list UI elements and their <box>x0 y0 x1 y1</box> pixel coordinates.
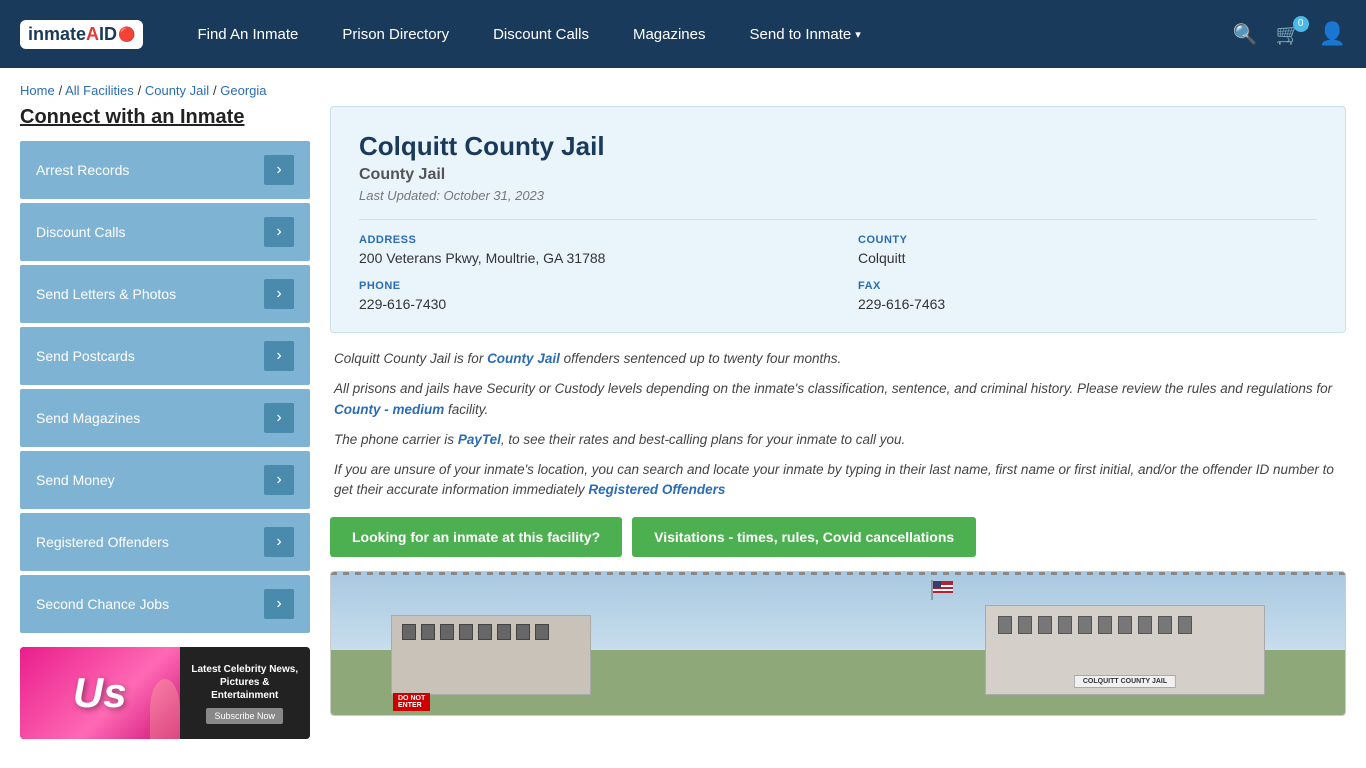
nav-magazines[interactable]: Magazines <box>611 0 728 68</box>
description-area: Colquitt County Jail is for County Jail … <box>330 349 1346 501</box>
user-icon[interactable]: 👤 <box>1319 21 1346 47</box>
chevron-right-icon: › <box>264 527 294 557</box>
sidebar: Connect with an Inmate Arrest Records › … <box>20 106 310 739</box>
action-buttons: Looking for an inmate at this facility? … <box>330 517 1346 557</box>
sidebar-item-discount-calls[interactable]: Discount Calls › <box>20 203 310 261</box>
phone-label: PHONE <box>359 280 818 292</box>
nav-discount-calls[interactable]: Discount Calls <box>471 0 611 68</box>
sidebar-item-registered-offenders[interactable]: Registered Offenders › <box>20 513 310 571</box>
facility-type: County Jail <box>359 166 1317 184</box>
sidebar-item-label: Send Postcards <box>36 348 135 364</box>
phone-group: PHONE 229-616-7430 <box>359 280 818 312</box>
facility-updated: Last Updated: October 31, 2023 <box>359 188 1317 203</box>
county-value: Colquitt <box>858 250 1317 266</box>
county-label: COUNTY <box>858 234 1317 246</box>
detail-col-left: ADDRESS 200 Veterans Pkwy, Moultrie, GA … <box>359 234 818 312</box>
nav-prison-directory[interactable]: Prison Directory <box>320 0 471 68</box>
address-group: ADDRESS 200 Veterans Pkwy, Moultrie, GA … <box>359 234 818 266</box>
sidebar-item-label: Send Magazines <box>36 410 140 426</box>
header: inmateAID 🔴 Find An Inmate Prison Direct… <box>0 0 1366 68</box>
ad-title: Latest Celebrity News, Pictures & Entert… <box>188 663 303 702</box>
desc-2: All prisons and jails have Security or C… <box>334 379 1342 420</box>
flag-svg <box>930 580 960 600</box>
sidebar-item-send-money[interactable]: Send Money › <box>20 451 310 509</box>
sidebar-item-label: Second Chance Jobs <box>36 596 169 612</box>
county-group: COUNTY Colquitt <box>858 234 1317 266</box>
desc-4: If you are unsure of your inmate's locat… <box>334 460 1342 501</box>
visitation-button[interactable]: Visitations - times, rules, Covid cancel… <box>632 517 976 557</box>
county-medium-link[interactable]: County - medium <box>334 402 444 417</box>
breadcrumb-home[interactable]: Home <box>20 83 55 98</box>
detail-col-right: COUNTY Colquitt FAX 229-616-7463 <box>858 234 1317 312</box>
address-value: 200 Veterans Pkwy, Moultrie, GA 31788 <box>359 250 818 266</box>
sidebar-item-send-magazines[interactable]: Send Magazines › <box>20 389 310 447</box>
main-nav: Find An Inmate Prison Directory Discount… <box>175 0 1232 68</box>
cart-icon[interactable]: 🛒0 <box>1276 22 1301 47</box>
desc-1: Colquitt County Jail is for County Jail … <box>334 349 1342 369</box>
cart-badge: 0 <box>1293 16 1309 32</box>
chevron-right-icon: › <box>264 217 294 247</box>
content-area: Colquitt County Jail County Jail Last Up… <box>330 106 1346 716</box>
fax-label: FAX <box>858 280 1317 292</box>
sidebar-item-send-letters[interactable]: Send Letters & Photos › <box>20 265 310 323</box>
chevron-right-icon: › <box>264 403 294 433</box>
sidebar-item-label: Arrest Records <box>36 162 129 178</box>
ad-us-logo: Us <box>73 669 127 717</box>
address-label: ADDRESS <box>359 234 818 246</box>
breadcrumb-all-facilities[interactable]: All Facilities <box>65 83 134 98</box>
looking-for-inmate-button[interactable]: Looking for an inmate at this facility? <box>330 517 622 557</box>
sidebar-item-label: Registered Offenders <box>36 534 169 550</box>
chevron-right-icon: › <box>264 465 294 495</box>
facility-name: Colquitt County Jail <box>359 131 1317 162</box>
sidebar-item-label: Send Letters & Photos <box>36 286 176 302</box>
search-icon[interactable]: 🔍 <box>1233 22 1258 47</box>
breadcrumb-state[interactable]: Georgia <box>220 83 266 98</box>
main-container: Connect with an Inmate Arrest Records › … <box>0 106 1366 759</box>
phone-value: 229-616-7430 <box>359 296 818 312</box>
fax-group: FAX 229-616-7463 <box>858 280 1317 312</box>
facility-sign: COLQUITT COUNTY JAIL <box>1074 675 1176 688</box>
facility-details: ADDRESS 200 Veterans Pkwy, Moultrie, GA … <box>359 219 1317 312</box>
desc-3: The phone carrier is PayTel, to see thei… <box>334 430 1342 450</box>
county-jail-link[interactable]: County Jail <box>487 351 560 366</box>
facility-card: Colquitt County Jail County Jail Last Up… <box>330 106 1346 333</box>
breadcrumb-county-jail[interactable]: County Jail <box>145 83 209 98</box>
sidebar-item-label: Send Money <box>36 472 115 488</box>
chevron-right-icon: › <box>264 341 294 371</box>
ad-subscribe-button[interactable]: Subscribe Now <box>206 708 283 724</box>
advertisement: Us Latest Celebrity News, Pictures & Ent… <box>20 647 310 739</box>
paytel-link[interactable]: PayTel <box>458 432 501 447</box>
sidebar-item-send-postcards[interactable]: Send Postcards › <box>20 327 310 385</box>
nav-send-to-inmate[interactable]: Send to Inmate▾ <box>728 0 883 68</box>
nav-find-inmate[interactable]: Find An Inmate <box>175 0 320 68</box>
sidebar-title: Connect with an Inmate <box>20 106 310 129</box>
chevron-right-icon: › <box>264 589 294 619</box>
fax-value: 229-616-7463 <box>858 296 1317 312</box>
facility-image: COLQUITT COUNTY JAIL DO NOTENTER <box>330 571 1346 716</box>
header-icons: 🔍 🛒0 👤 <box>1233 21 1346 47</box>
chevron-right-icon: › <box>264 279 294 309</box>
logo[interactable]: inmateAID 🔴 <box>20 20 145 49</box>
registered-offenders-link[interactable]: Registered Offenders <box>588 482 725 497</box>
sidebar-item-label: Discount Calls <box>36 224 125 240</box>
sidebar-item-arrest-records[interactable]: Arrest Records › <box>20 141 310 199</box>
sidebar-item-second-chance-jobs[interactable]: Second Chance Jobs › <box>20 575 310 633</box>
chevron-right-icon: › <box>264 155 294 185</box>
breadcrumb: Home / All Facilities / County Jail / Ge… <box>0 68 1366 106</box>
